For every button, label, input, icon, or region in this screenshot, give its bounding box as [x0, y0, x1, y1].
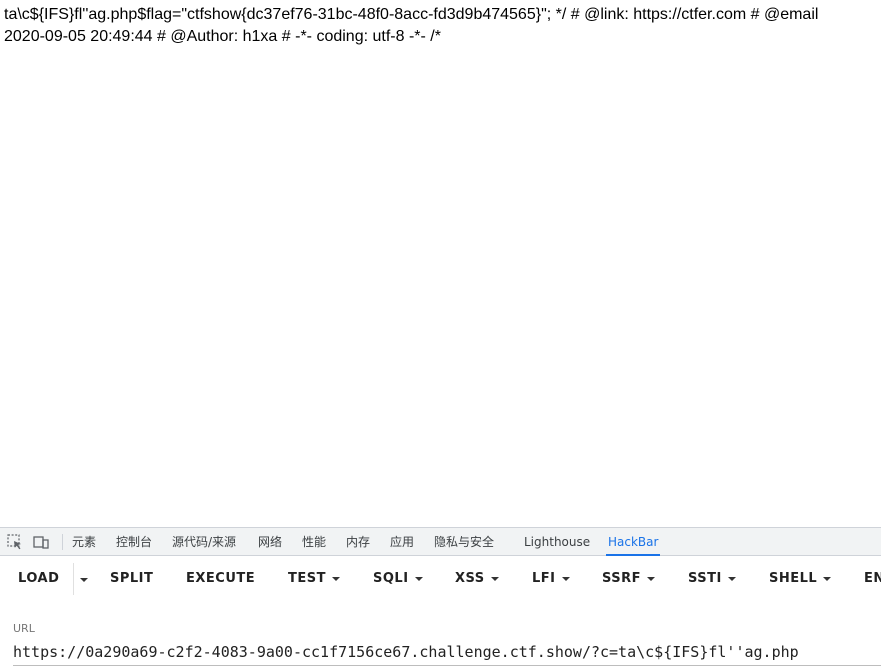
tab-application[interactable]: 应用	[390, 528, 414, 556]
chevron-down-icon	[823, 576, 832, 581]
tab-hackbar[interactable]: HackBar	[605, 528, 661, 556]
page-output: ta\c${IFS}fl''ag.php$flag="ctfshow{dc37e…	[4, 4, 881, 54]
tab-performance[interactable]: 性能	[302, 528, 326, 556]
chevron-down-icon	[647, 576, 656, 581]
tab-privacy-security[interactable]: 隐私与安全	[434, 528, 494, 556]
chevron-down-icon	[331, 576, 340, 581]
tab-network[interactable]: 网络	[258, 528, 282, 556]
sqli-dropdown[interactable]: SQLI	[373, 571, 423, 587]
shell-dropdown[interactable]: SHELL	[769, 571, 832, 587]
chevron-down-icon	[561, 576, 570, 581]
chevron-down-icon	[727, 576, 736, 581]
load-divider	[73, 563, 74, 595]
device-toolbar-icon[interactable]	[32, 533, 50, 551]
split-button[interactable]: SPLIT	[110, 571, 153, 587]
tab-elements[interactable]: 元素	[72, 528, 96, 556]
tab-console[interactable]: 控制台	[116, 528, 152, 556]
tab-sources[interactable]: 源代码/来源	[172, 528, 236, 556]
ssti-dropdown[interactable]: SSTI	[688, 571, 736, 587]
output-line-2: 2020-09-05 20:49:44 # @Author: h1xa # -*…	[4, 28, 441, 45]
tabbar-separator	[62, 534, 63, 550]
url-label: URL	[13, 622, 35, 635]
chevron-down-icon	[414, 576, 423, 581]
chevron-down-icon	[490, 576, 499, 581]
load-button[interactable]: LOAD	[18, 571, 59, 587]
devtools-tabbar: 元素 控制台 源代码/来源 网络 性能 内存 应用 隐私与安全 Lighthou…	[0, 528, 881, 556]
ssrf-dropdown[interactable]: SSRF	[602, 571, 656, 587]
test-dropdown[interactable]: TEST	[288, 571, 340, 587]
encoding-dropdown[interactable]: ENCODING	[864, 571, 881, 587]
output-line-1: ta\c${IFS}fl''ag.php$flag="ctfshow{dc37e…	[4, 6, 819, 23]
tab-memory[interactable]: 内存	[346, 528, 370, 556]
inspect-element-icon[interactable]	[6, 533, 24, 551]
load-options-caret-icon[interactable]	[80, 578, 88, 582]
lfi-dropdown[interactable]: LFI	[532, 571, 570, 587]
tab-lighthouse[interactable]: Lighthouse	[524, 528, 590, 556]
xss-dropdown[interactable]: XSS	[455, 571, 499, 587]
hackbar-toolbar: LOAD SPLIT EXECUTE TEST SQLI XSS LFI SSR…	[0, 557, 881, 601]
url-input[interactable]: https://0a290a69-c2f2-4083-9a00-cc1f7156…	[13, 640, 881, 666]
execute-button[interactable]: EXECUTE	[186, 571, 255, 587]
